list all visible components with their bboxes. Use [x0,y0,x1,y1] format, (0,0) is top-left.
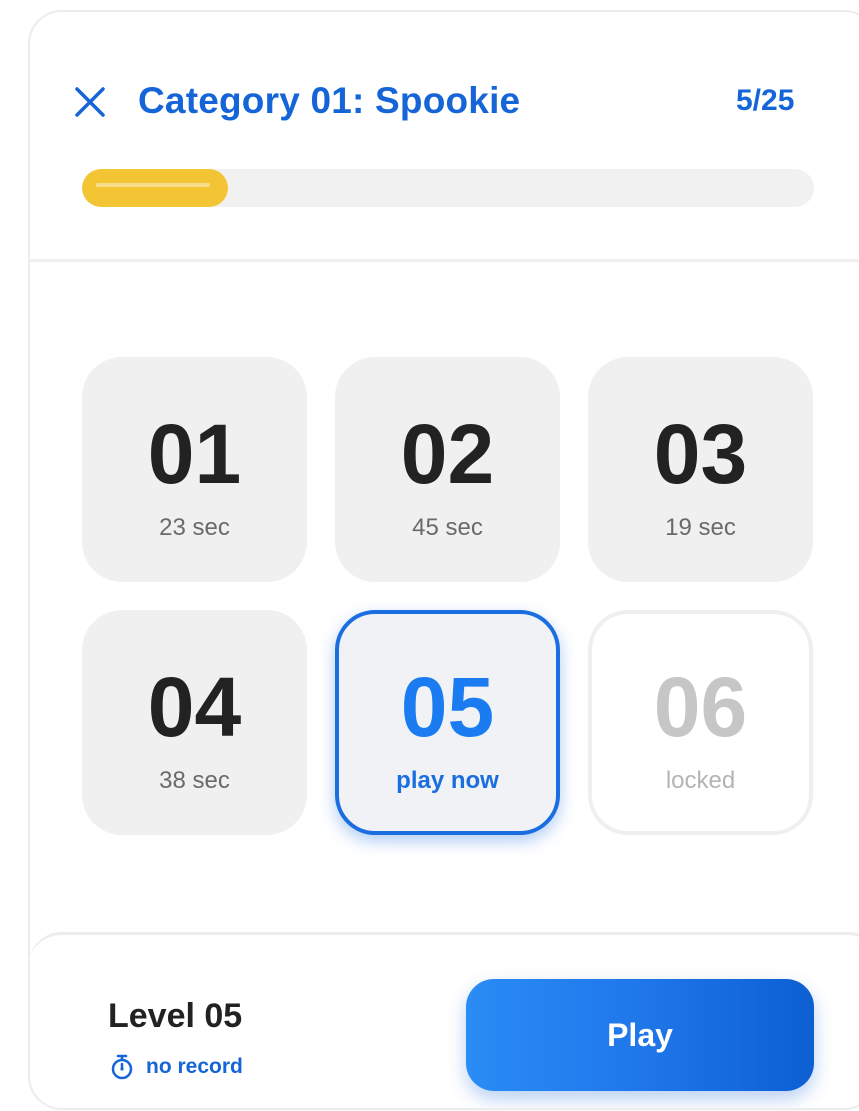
level-time: 19 sec [665,513,736,541]
level-grid: 01 23 sec 02 45 sec 03 19 sec 04 38 sec … [82,357,822,835]
header: Category 01: Spookie 5/25 [30,12,859,262]
level-tile-02[interactable]: 02 45 sec [335,357,560,582]
level-tile-03[interactable]: 03 19 sec [588,357,813,582]
selected-level-label: Level 05 [108,997,243,1035]
level-tile-06[interactable]: 06 locked [588,610,813,835]
level-tile-01[interactable]: 01 23 sec [82,357,307,582]
level-status: play now [396,766,499,794]
level-time: 45 sec [412,513,483,541]
level-tile-04[interactable]: 04 38 sec [82,610,307,835]
progress-bar [82,169,814,207]
footer-bar: Level 05 no record Play [30,932,859,1108]
level-counter: 5/25 [736,84,795,117]
level-time: 38 sec [159,766,230,794]
category-title: Category 01: Spookie [138,80,521,121]
level-time: 23 sec [159,513,230,541]
level-number: 06 [653,659,748,754]
level-number: 03 [653,406,748,501]
level-number: 01 [147,406,242,501]
level-number: 04 [147,659,242,754]
play-button[interactable]: Play [466,979,814,1091]
level-status: locked [665,766,736,794]
record-text: no record [146,1055,243,1078]
level-select-panel: Category 01: Spookie 5/25 01 23 sec 02 4… [28,10,859,1110]
level-number: 05 [400,659,495,754]
progress-bar-fill [82,169,229,207]
level-number: 02 [400,406,495,501]
best-record: no record [108,1053,243,1081]
close-icon[interactable] [72,84,108,120]
level-tile-05[interactable]: 05 play now [335,610,560,835]
stopwatch-icon [111,1054,133,1080]
